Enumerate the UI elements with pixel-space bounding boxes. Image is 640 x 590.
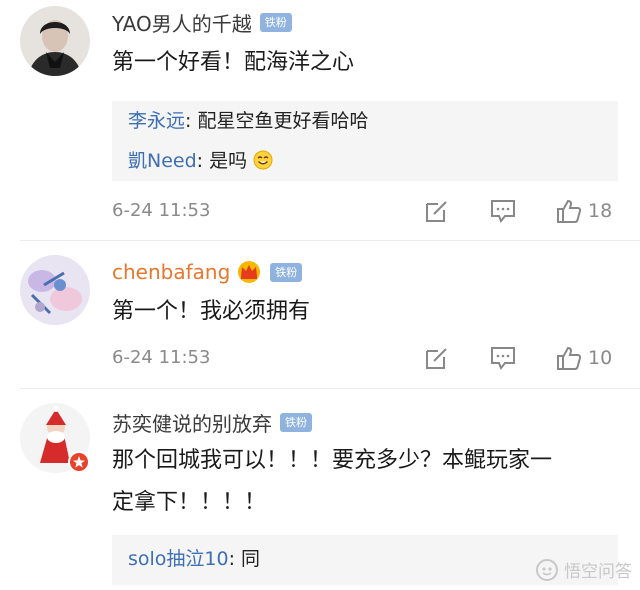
reply-item[interactable]: solo抽泣10: 同 — [128, 539, 602, 579]
comment-meta: 6-24 11:53 10 — [112, 344, 618, 372]
reply-item[interactable]: 李永远: 配星空鱼更好看哈哈 — [128, 101, 602, 141]
username[interactable]: YAO男人的千越 铁粉 — [112, 8, 292, 37]
comment-text: 第一个！我必须拥有 — [112, 299, 311, 324]
like-button[interactable]: 10 — [556, 344, 612, 372]
reply-button[interactable] — [490, 197, 516, 225]
reply-author[interactable]: 凱Need — [128, 150, 197, 172]
smile-emoji-icon — [253, 150, 273, 170]
reply-text: : 是吗 — [196, 150, 248, 172]
timestamp: 6-24 11:53 — [112, 347, 211, 368]
reply-text: : 同 — [228, 548, 261, 570]
edit-button[interactable] — [424, 344, 450, 372]
comment-text: 那个回城我可以！！！要充多少？本鲲玩家一 定拿下！！！！ — [112, 440, 552, 524]
thumbs-up-icon — [557, 346, 582, 370]
avatar[interactable] — [20, 255, 90, 325]
avatar-image — [20, 6, 90, 76]
comment-icon — [491, 200, 515, 223]
fan-badge: 铁粉 — [280, 413, 312, 432]
reply-text: : 配星空鱼更好看哈哈 — [185, 110, 369, 132]
avatar[interactable] — [20, 6, 90, 76]
timestamp: 6-24 11:53 — [112, 200, 211, 221]
comment-meta: 6-24 11:53 18 — [112, 197, 618, 225]
watermark-text: 悟空问答 — [564, 562, 632, 582]
like-button[interactable]: 18 — [556, 197, 612, 225]
verified-badge-icon — [68, 451, 90, 473]
like-count: 10 — [588, 347, 613, 369]
username-text[interactable]: chenbafang — [112, 260, 230, 284]
edit-button[interactable] — [424, 197, 450, 225]
username-text[interactable]: YAO男人的千越 — [112, 8, 252, 37]
reply-button[interactable] — [490, 344, 516, 372]
edit-icon — [426, 348, 447, 369]
username[interactable]: 苏奕健说的别放弃 铁粉 — [112, 408, 312, 437]
crown-icon — [238, 261, 261, 283]
comment-icon — [491, 347, 515, 370]
like-count: 18 — [588, 200, 613, 222]
comment-text-line: 定拿下！！！！ — [112, 490, 267, 515]
divider — [20, 388, 640, 389]
watermark: 悟空问答 — [535, 557, 632, 582]
reply-item[interactable]: 凱Need: 是吗 — [128, 141, 602, 181]
reply-author[interactable]: solo抽泣10 — [128, 548, 229, 570]
comment-text-line: 那个回城我可以！！！要充多少？本鲲玩家一 — [112, 448, 553, 473]
comment-text: 第一个好看！配海洋之心 — [112, 50, 355, 75]
wukong-logo-icon — [536, 558, 558, 581]
avatar[interactable] — [20, 403, 90, 473]
username[interactable]: chenbafang 铁粉 — [112, 260, 303, 284]
fan-badge: 铁粉 — [259, 13, 292, 32]
reply-author[interactable]: 李永远 — [128, 110, 185, 132]
thumbs-up-icon — [557, 199, 582, 223]
fan-badge: 铁粉 — [270, 262, 303, 282]
avatar-image — [20, 255, 90, 325]
username-text[interactable]: 苏奕健说的别放弃 — [112, 408, 272, 437]
reply-box[interactable]: 李永远: 配星空鱼更好看哈哈 凱Need: 是吗 — [112, 101, 618, 181]
edit-icon — [426, 201, 447, 222]
divider — [20, 240, 640, 241]
